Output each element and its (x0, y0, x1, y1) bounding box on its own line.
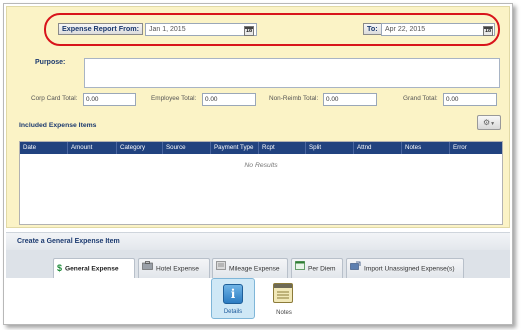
grand-total-field: 0.00 (443, 93, 497, 106)
expense-report-window: Expense Report From: Jan 1, 2015 18 To: … (3, 3, 513, 325)
chevron-down-icon: ▼ (490, 121, 496, 127)
notes-button[interactable]: Notes (262, 278, 306, 319)
calendar-icon (295, 259, 305, 278)
corp-card-total-label: Corp Card Total: (31, 95, 78, 102)
tab-mileage-expense[interactable]: Mileage Expense (212, 258, 288, 278)
mileage-icon (216, 259, 226, 278)
purpose-textarea[interactable] (84, 58, 500, 88)
from-date-input[interactable]: Jan 1, 2015 (145, 23, 257, 36)
tab-per-diem[interactable]: Per Diem (291, 258, 343, 278)
report-header-panel: Expense Report From: Jan 1, 2015 18 To: … (6, 6, 510, 228)
expense-detail-area (6, 278, 510, 324)
column-header[interactable]: Error (450, 142, 500, 154)
tab-label: Import Unassigned Expense(s) (364, 265, 455, 273)
details-button[interactable]: i Details (211, 278, 255, 319)
corp-card-total-field: 0.00 (83, 93, 136, 106)
column-header[interactable]: Split (306, 142, 354, 154)
notes-label: Notes (276, 310, 292, 316)
expense-items-grid: Date Amount Category Source Payment Type… (19, 141, 503, 225)
tab-import-unassigned[interactable]: Import Unassigned Expense(s) (346, 258, 464, 278)
from-date-label-button[interactable]: Expense Report From: (58, 23, 144, 35)
employee-total-label: Employee Total: (151, 95, 197, 102)
tab-general-expense[interactable]: $ General Expense (53, 258, 135, 279)
calendar-icon[interactable]: 18 (244, 26, 254, 36)
dollar-icon: $ (57, 263, 63, 273)
purpose-label: Purpose: (35, 59, 66, 66)
details-label: Details (223, 309, 243, 315)
to-date-label-button[interactable]: To: (363, 23, 382, 35)
grand-total-label: Grand Total: (403, 95, 438, 102)
non-reimb-total-field: 0.00 (323, 93, 377, 106)
column-header[interactable]: Category (117, 142, 163, 154)
notes-icon (273, 283, 293, 303)
gear-menu-button[interactable]: ⚙▼ (477, 115, 501, 130)
info-icon: i (223, 284, 243, 304)
employee-total-field: 0.00 (202, 93, 256, 106)
calendar-icon[interactable]: 18 (483, 26, 493, 36)
included-items-title: Included Expense Items (19, 122, 97, 129)
column-header[interactable]: Payment Type (211, 142, 259, 154)
tab-hotel-expense[interactable]: Hotel Expense (138, 258, 210, 278)
non-reimb-total-label: Non-Reimb Total: (269, 95, 319, 102)
tab-label: Per Diem (308, 265, 336, 273)
to-date-input[interactable]: Apr 22, 2015 (381, 23, 495, 36)
tab-label: Hotel Expense (156, 265, 199, 273)
column-header[interactable]: Notes (402, 142, 450, 154)
column-header[interactable]: Rcpt (259, 142, 306, 154)
hotel-icon (142, 259, 153, 278)
create-expense-title: Create a General Expense Item (6, 232, 510, 250)
column-header[interactable]: Amount (68, 142, 117, 154)
column-header[interactable]: Source (163, 142, 211, 154)
column-header[interactable]: Attnd (354, 142, 402, 154)
grid-header-row: Date Amount Category Source Payment Type… (20, 142, 502, 154)
tab-label: Mileage Expense (229, 265, 280, 273)
column-header[interactable]: Date (20, 142, 68, 154)
import-icon (350, 259, 361, 278)
no-results-text: No Results (244, 162, 278, 169)
tab-label: General Expense (65, 265, 119, 273)
